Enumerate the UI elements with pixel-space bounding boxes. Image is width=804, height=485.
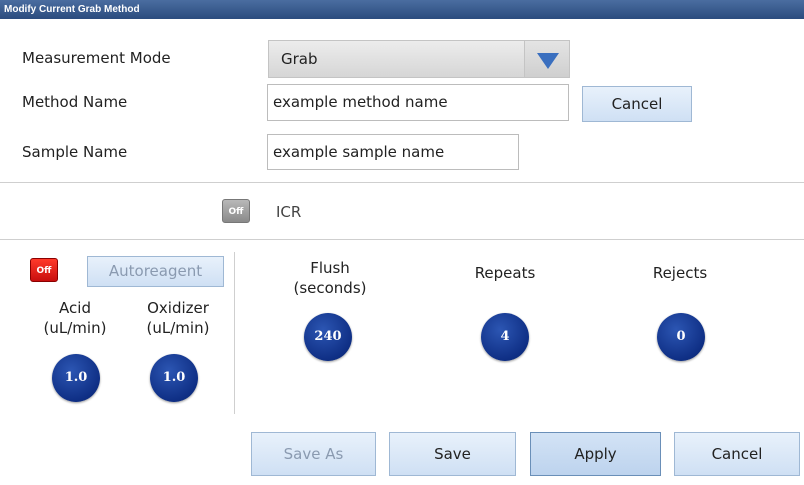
acid-knob[interactable]: 1.0 (52, 354, 100, 402)
method-cancel-button[interactable]: Cancel (582, 86, 692, 122)
method-name-label: Method Name (22, 93, 128, 111)
sample-name-input[interactable]: example sample name (267, 134, 519, 170)
acid-label-line1: Acid (59, 299, 91, 317)
apply-button[interactable]: Apply (530, 432, 661, 476)
oxidizer-knob[interactable]: 1.0 (150, 354, 198, 402)
cancel-button[interactable]: Cancel (674, 432, 800, 476)
dropdown-button[interactable] (524, 41, 569, 77)
dropdown-arrow-icon (537, 53, 559, 69)
sample-name-label: Sample Name (22, 143, 128, 161)
save-as-button[interactable]: Save As (251, 432, 376, 476)
icr-toggle[interactable]: Off (222, 199, 250, 223)
oxidizer-label-line1: Oxidizer (147, 299, 209, 317)
autoreagent-button[interactable]: Autoreagent (87, 256, 224, 287)
window-title-bar: Modify Current Grab Method (0, 0, 804, 19)
oxidizer-label-line2: (uL/min) (146, 319, 210, 337)
measurement-mode-value: Grab (281, 50, 318, 68)
repeats-label: Repeats (474, 264, 536, 282)
rejects-label: Rejects (652, 264, 708, 282)
rejects-knob[interactable]: 0 (657, 313, 705, 361)
flush-knob[interactable]: 240 (304, 313, 352, 361)
repeats-knob[interactable]: 4 (481, 313, 529, 361)
divider (0, 182, 804, 183)
acid-label: Acid (uL/min) (30, 298, 120, 338)
autoreagent-toggle[interactable]: Off (30, 258, 58, 282)
measurement-mode-label: Measurement Mode (22, 49, 171, 67)
flush-label-line2: (seconds) (293, 279, 367, 297)
icr-label: ICR (276, 203, 302, 221)
window-title: Modify Current Grab Method (4, 4, 140, 15)
flush-label-line1: Flush (310, 259, 350, 277)
divider (234, 252, 235, 414)
divider (0, 239, 804, 240)
acid-label-line2: (uL/min) (43, 319, 107, 337)
flush-label: Flush (seconds) (280, 258, 380, 298)
measurement-mode-dropdown[interactable]: Grab (268, 40, 570, 78)
save-button[interactable]: Save (389, 432, 516, 476)
method-name-input[interactable]: example method name (267, 84, 569, 121)
oxidizer-label: Oxidizer (uL/min) (128, 298, 228, 338)
